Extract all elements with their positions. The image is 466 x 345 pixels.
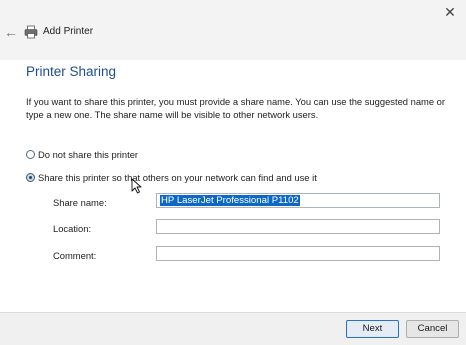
location-input[interactable] xyxy=(156,219,440,234)
close-icon[interactable]: ✕ xyxy=(442,4,458,20)
location-label: Location: xyxy=(53,223,92,234)
share-name-input[interactable]: HP LaserJet Professional P1102 xyxy=(156,193,440,208)
radio-selected-dot xyxy=(29,176,32,179)
share-name-label: Share name: xyxy=(53,197,107,208)
page-title: Printer Sharing xyxy=(26,64,117,79)
comment-input[interactable] xyxy=(156,246,440,261)
back-arrow-icon[interactable]: ← xyxy=(4,24,18,40)
radio-do-not-share[interactable]: Do not share this printer xyxy=(26,149,138,160)
radio-share-label[interactable]: Share this printer so that others on you… xyxy=(38,172,317,183)
cancel-button[interactable]: Cancel xyxy=(406,320,459,338)
radio-do-not-share-label[interactable]: Do not share this printer xyxy=(38,149,138,160)
comment-label: Comment: xyxy=(53,250,97,261)
radio-share[interactable]: Share this printer so that others on you… xyxy=(26,172,317,183)
radio-button-unchecked[interactable] xyxy=(26,150,35,159)
next-button[interactable]: Next xyxy=(346,320,399,338)
mouse-cursor-icon xyxy=(131,178,142,194)
radio-button-checked[interactable] xyxy=(26,173,35,182)
share-name-value: HP LaserJet Professional P1102 xyxy=(160,195,300,206)
intro-text: If you want to share this printer, you m… xyxy=(26,96,445,120)
window-title: Add Printer xyxy=(43,26,94,37)
printer-icon xyxy=(24,25,38,39)
